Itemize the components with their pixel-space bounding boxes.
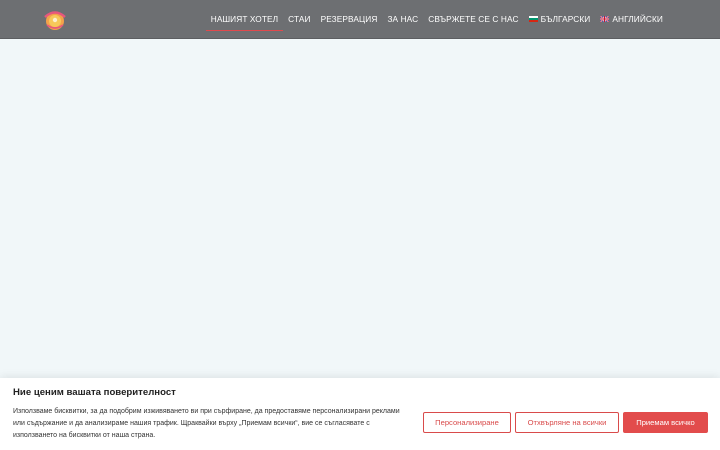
cookie-consent-banner: Ние ценим вашата поверителност Използвам… (0, 378, 720, 450)
hotel-logo-icon[interactable] (41, 7, 69, 33)
nav-item-label: НАШИЯТ ХОТЕЛ (210, 14, 279, 24)
nav-item-label: РЕЗЕРВАЦИЯ (320, 14, 378, 24)
language-english[interactable]: АНГЛИЙСКИ (595, 0, 668, 38)
customize-button[interactable]: Персонализиране (423, 412, 511, 433)
nav-item-rooms[interactable]: СТАИ (283, 0, 315, 38)
nav-item-our-hotel[interactable]: НАШИЯТ ХОТЕЛ (205, 0, 284, 38)
consent-text: Използваме бисквитки, за да подобрим изж… (13, 408, 400, 439)
nav-item-label: СВЪРЖЕТЕ СЕ С НАС (428, 14, 519, 24)
language-bulgarian[interactable]: БЪЛГАРСКИ (524, 0, 596, 38)
main-menu: НАШИЯТ ХОТЕЛ СТАИ РЕЗЕРВАЦИЯ ЗА НАС СВЪР… (205, 0, 668, 38)
top-navigation-bar: НАШИЯТ ХОТЕЛ СТАИ РЕЗЕРВАЦИЯ ЗА НАС СВЪР… (0, 0, 720, 39)
uk-flag-icon (600, 16, 610, 22)
language-label: БЪЛГАРСКИ (540, 14, 591, 24)
nav-item-label: ЗА НАС (387, 14, 419, 24)
nav-item-contact[interactable]: СВЪРЖЕТЕ СЕ С НАС (423, 0, 523, 38)
nav-item-reservation[interactable]: РЕЗЕРВАЦИЯ (316, 0, 383, 38)
nav-item-about[interactable]: ЗА НАС (382, 0, 423, 38)
bulgaria-flag-icon (528, 16, 538, 22)
consent-title: Ние ценим вашата поверителност (13, 387, 176, 398)
main-content-area (0, 39, 720, 378)
nav-item-label: СТАИ (288, 14, 311, 24)
accept-all-button[interactable]: Приемам всичко (623, 412, 708, 433)
reject-all-button[interactable]: Отхвърляне на всички (515, 412, 619, 433)
language-label: АНГЛИЙСКИ (612, 14, 663, 24)
